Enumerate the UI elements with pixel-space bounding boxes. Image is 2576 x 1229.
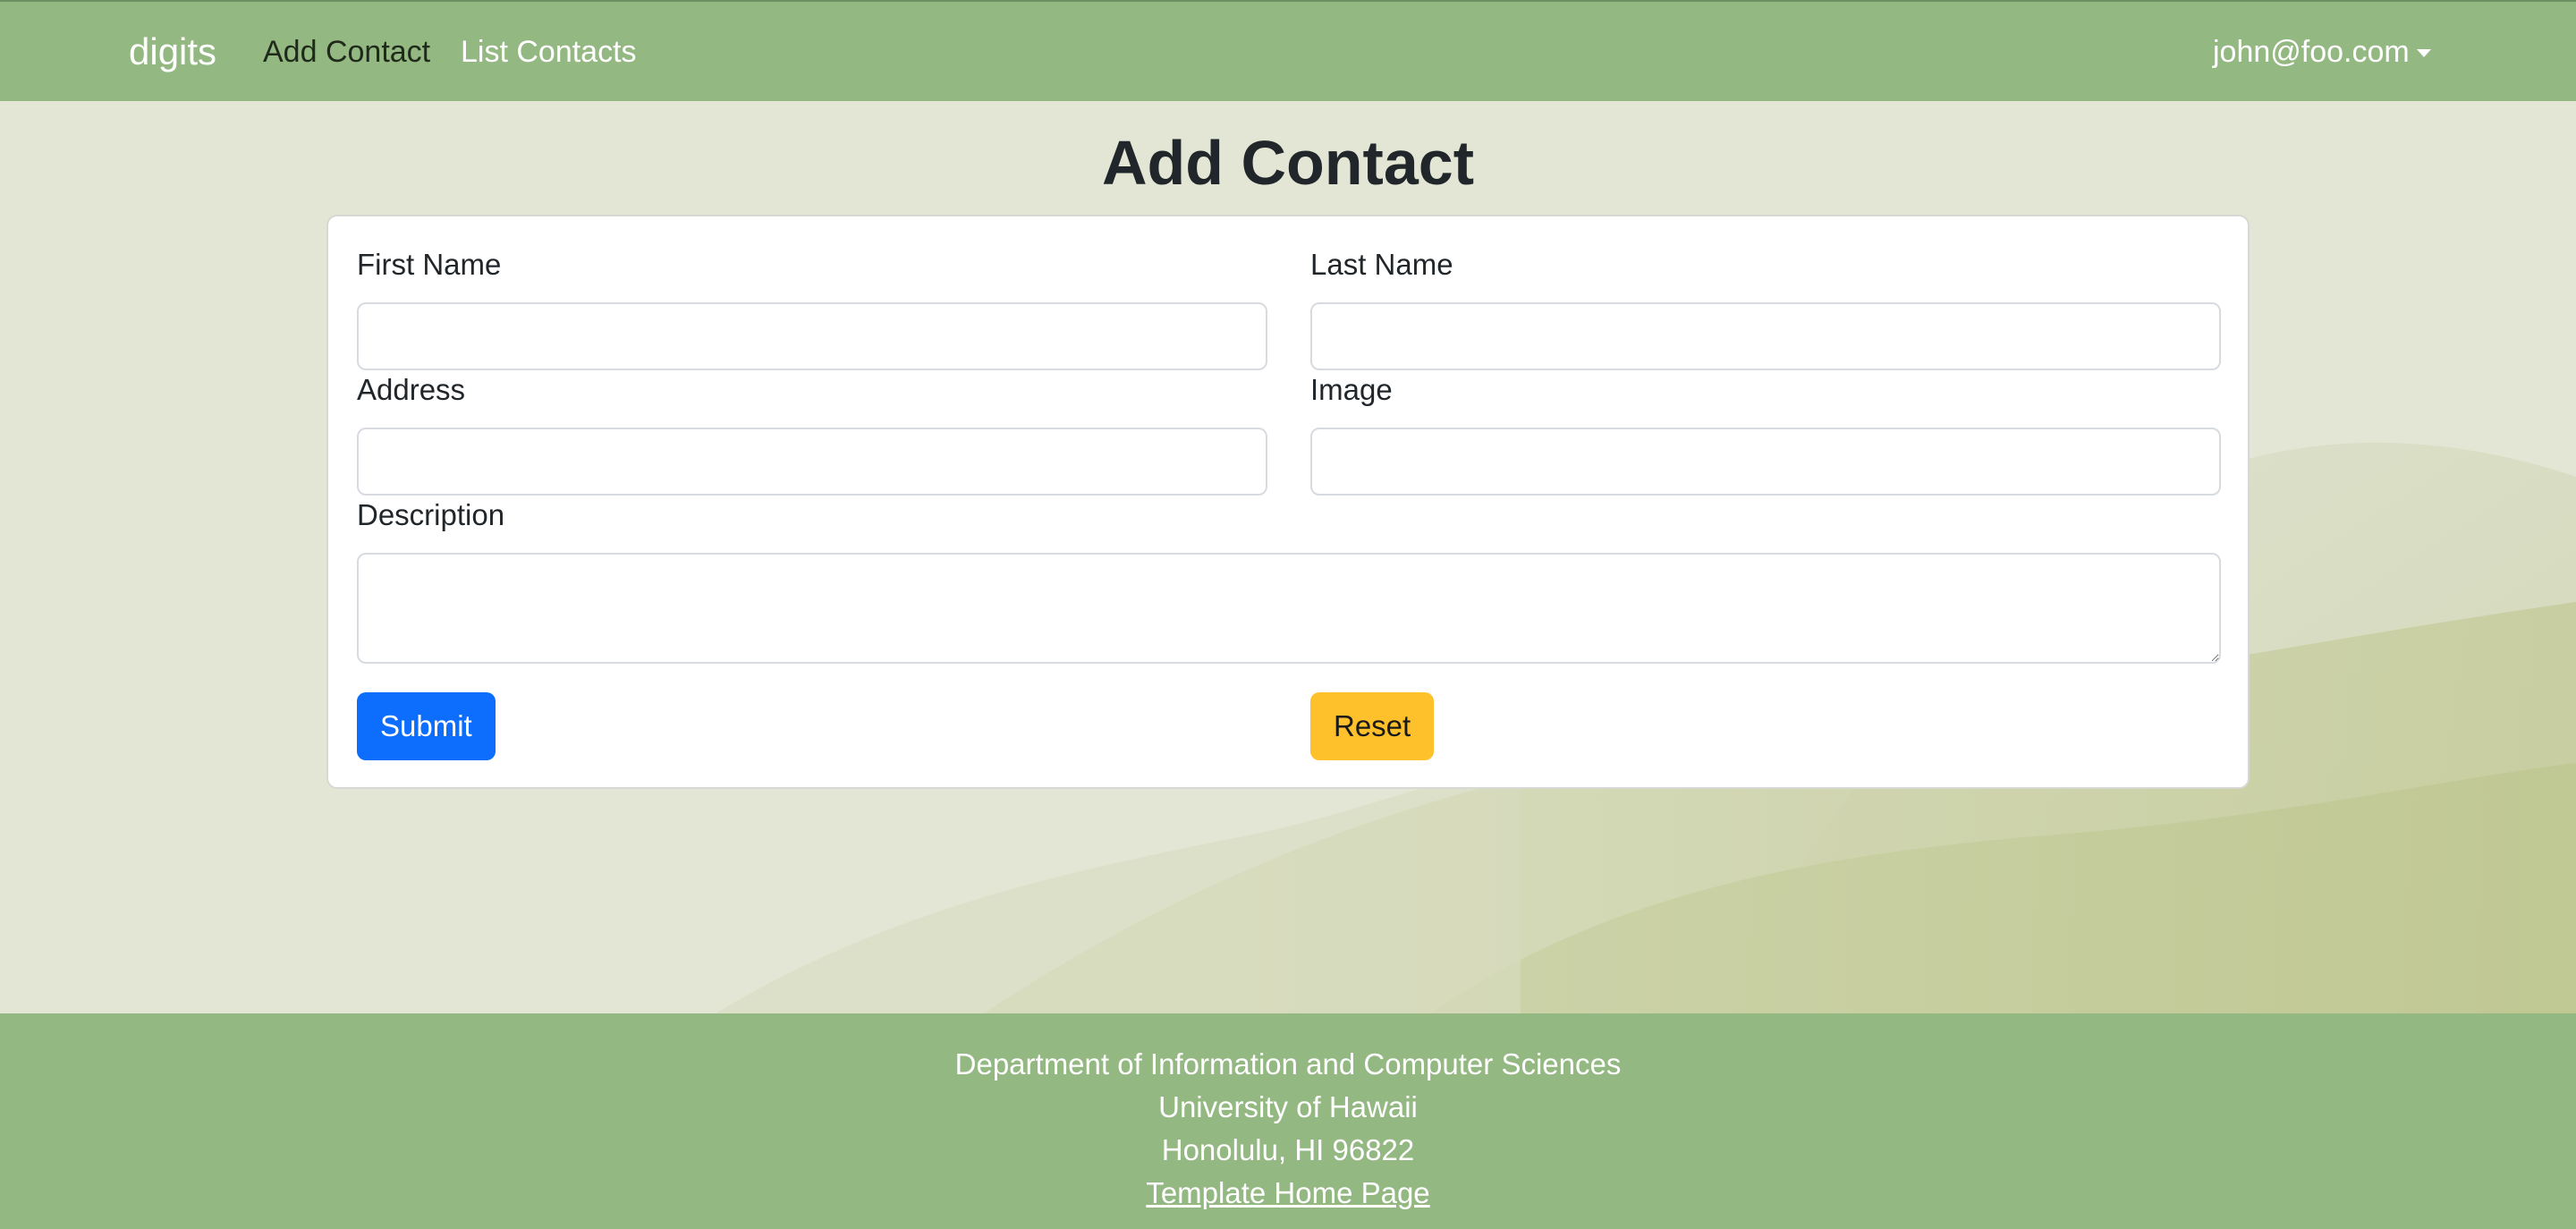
page-title: Add Contact [1101,128,1475,198]
navbar: digits Add Contact List Contacts john@fo… [0,0,2576,101]
last-name-label: Last Name [1310,248,1453,281]
nav-list-contacts[interactable]: List Contacts [461,32,637,72]
last-name-field[interactable] [1310,302,2221,370]
reset-button[interactable]: Reset [1310,692,1435,760]
address-label: Address [357,373,466,406]
footer-address: Honolulu, HI 96822 [1161,1133,1415,1166]
user-email: john@foo.com [2213,35,2410,69]
footer-department: Department of Information and Computer S… [954,1047,1622,1081]
user-dropdown[interactable]: john@foo.com [2213,32,2431,72]
image-label: Image [1310,373,1393,406]
submit-button[interactable]: Submit [357,692,496,760]
description-label: Description [357,498,505,531]
footer: Department of Information and Computer S… [0,1013,2576,1229]
first-name-label: First Name [357,248,502,281]
nav-add-contact[interactable]: Add Contact [263,32,430,72]
caret-down-icon [2416,48,2431,57]
footer-university: University of Hawaii [1158,1090,1418,1123]
description-textarea[interactable] [357,553,2221,664]
template-home-link[interactable]: Template Home Page [1146,1176,1429,1209]
address-field[interactable] [357,428,1267,496]
brand-link[interactable]: digits [129,29,216,75]
add-contact-form: First Name Last Name Address Image Descr… [326,215,2250,789]
first-name-field[interactable] [357,302,1267,370]
image-field[interactable] [1310,428,2221,496]
